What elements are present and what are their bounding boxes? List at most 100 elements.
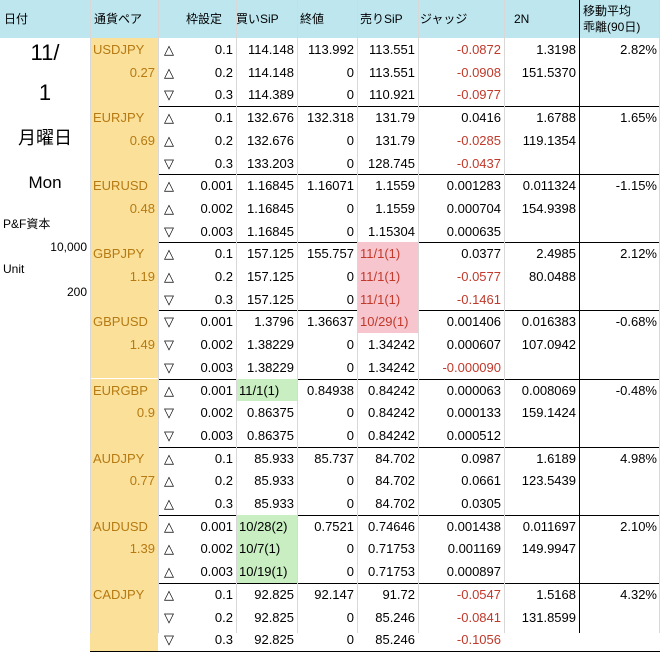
judge-value: 0.000133 [446,405,501,421]
sell-sip-value: 0.74646 [368,518,415,534]
n2-value [504,560,579,583]
close-value: 0 [346,496,354,511]
frame-value: 0.003 [200,223,233,239]
col-divider [418,0,419,633]
buy-sip-value: 0.86375 [247,405,294,421]
sell-sip-value: 1.15304 [368,223,415,239]
judge-value: 0.000704 [446,200,501,216]
sell-sip-value: 84.702 [375,450,415,466]
col-divider [504,0,505,633]
buy-sip-value: 1.16845 [247,223,294,239]
trend-arrow-icon: ▽ [164,405,174,421]
frame-value: 0.1 [214,450,233,466]
close-value: 0 [346,541,354,557]
frame-value: 0.3 [214,632,233,648]
pair-name: GBPUSD [93,314,148,330]
n2-value: 80.0488 [529,269,576,284]
header-frame: 枠設定 [186,12,223,26]
ma-deviation: 4.32% [620,586,657,602]
close-value: 155.757 [307,246,354,262]
judge-value: 0.0416 [461,110,501,126]
header-sell-sip: 売りSiP [360,12,403,26]
trend-arrow-icon: △ [164,269,174,284]
trend-arrow-icon: △ [164,200,174,216]
sell-sip-value: 0.84242 [368,382,415,398]
trend-arrow-icon: △ [164,132,174,148]
col-divider [158,0,159,633]
trend-arrow-icon: △ [164,246,174,262]
sell-sip-value: 0.71753 [368,541,415,557]
frame-value: 0.3 [214,496,233,511]
pair-ratio: 0.48 [129,200,155,216]
trend-arrow-icon: △ [164,110,174,126]
trend-arrow-icon: △ [164,586,174,602]
buy-sip-value: 1.3796 [254,314,294,330]
pair-name: AUDUSD [93,518,148,534]
close-value: 132.318 [307,110,354,126]
frame-value: 0.1 [214,246,233,262]
judge-value: 0.000635 [446,223,501,239]
n2-value: 1.6788 [536,110,576,126]
sell-sip-value: 0.71753 [368,564,415,580]
frame-value: 0.2 [214,269,233,284]
close-value: 0 [346,64,354,80]
unit-value: 200 [66,285,87,299]
trend-arrow-icon: ▽ [164,609,174,625]
judge-value: 0.001438 [446,518,501,534]
judge-value: 0.000607 [446,337,501,353]
header-ma-line1: 移動平均 [583,4,632,18]
close-value: 1.16071 [307,178,354,194]
header-pair: 通貨ペア [94,12,143,26]
n2-value [504,492,579,515]
trend-arrow-icon: ▽ [164,314,174,330]
frame-value: 0.003 [200,359,233,375]
trend-arrow-icon: △ [164,473,174,489]
trend-arrow-icon: ▽ [164,223,174,239]
judge-value: -0.0547 [456,586,501,602]
n2-value: 1.5168 [536,586,576,602]
close-value: 0 [346,427,354,443]
judge-value: -0.1461 [456,291,501,307]
close-value: 0 [346,87,354,103]
n2-value: 131.8599 [521,609,576,625]
buy-sip-value: 92.825 [254,609,294,625]
judge-value: -0.0437 [456,155,501,171]
n2-value: 0.016383 [521,314,576,330]
pair-name: USDJPY [93,42,145,57]
n2-value: 0.011324 [522,178,576,194]
buy-sip-value: 85.933 [254,473,294,489]
sell-sip-value: 85.246 [375,609,415,625]
sell-sip-value: 11/1(1) [357,242,418,265]
ma-deviation: 2.12% [620,246,657,262]
trend-arrow-icon: ▽ [164,291,174,307]
judge-value: -0.1056 [456,632,501,648]
close-value: 0 [346,632,354,648]
trend-arrow-icon: △ [164,382,174,398]
sell-sip-value: 0.84242 [368,427,415,443]
ma-deviation: 2.82% [620,42,657,57]
buy-sip-value: 1.38229 [247,337,294,353]
header-close: 終値 [300,12,325,26]
n2-value [504,288,579,311]
n2-value [504,220,579,243]
sell-sip-value: 131.79 [375,110,415,126]
judge-value: 0.0377 [461,246,501,262]
frame-value: 0.001 [200,382,233,398]
unit-label: Unit [3,262,25,276]
trend-arrow-icon: ▽ [164,427,174,443]
frame-value: 0.2 [214,473,233,489]
trend-arrow-icon: ▽ [164,337,174,353]
buy-sip-value: 157.125 [247,269,294,284]
judge-value: -0.0908 [456,64,501,80]
ma-deviation: -0.68% [615,314,657,330]
pair-ratio [90,606,158,629]
trend-arrow-icon: △ [164,178,174,194]
sell-sip-value: 84.702 [375,473,415,489]
frame-value: 0.003 [200,564,233,580]
pair-ratio: 0.69 [129,132,155,148]
date-day: 1 [38,80,52,105]
trend-arrow-icon: △ [164,496,174,511]
frame-value: 0.001 [200,518,233,534]
judge-value: 0.001283 [446,178,501,194]
trend-arrow-icon: ▽ [164,155,174,171]
